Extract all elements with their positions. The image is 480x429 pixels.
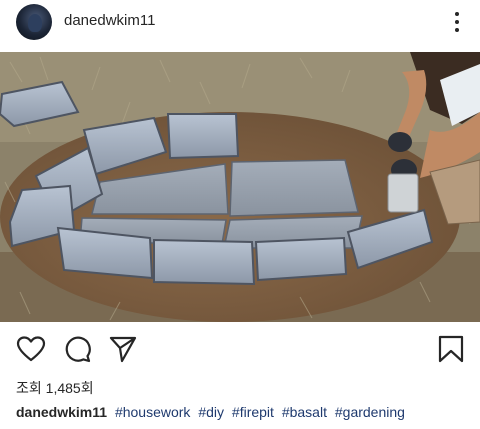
comment-icon[interactable] [62, 334, 92, 364]
post-photo[interactable] [0, 52, 480, 322]
hashtag[interactable]: #housework [115, 404, 191, 420]
more-vertical-icon[interactable] [450, 10, 464, 34]
hashtag[interactable]: #basalt [282, 404, 327, 420]
caption-username[interactable]: danedwkim11 [16, 404, 107, 420]
bookmark-icon[interactable] [436, 334, 466, 364]
post-header: danedwkim11 [0, 0, 480, 46]
avatar[interactable] [16, 4, 52, 40]
view-count: 조회 1,485회 [16, 378, 94, 398]
hashtag[interactable]: #firepit [232, 404, 274, 420]
hashtag[interactable]: #gardening [335, 404, 405, 420]
action-bar [0, 332, 480, 364]
views-label: 조회 [16, 380, 42, 396]
post-caption: danedwkim11 #housework #diy #firepit #ba… [16, 404, 405, 420]
heart-icon[interactable] [16, 334, 46, 364]
paper-plane-icon[interactable] [108, 334, 138, 364]
hashtag[interactable]: #diy [198, 404, 224, 420]
views-count: 1,485회 [45, 380, 94, 396]
post-username[interactable]: danedwkim11 [64, 12, 155, 29]
